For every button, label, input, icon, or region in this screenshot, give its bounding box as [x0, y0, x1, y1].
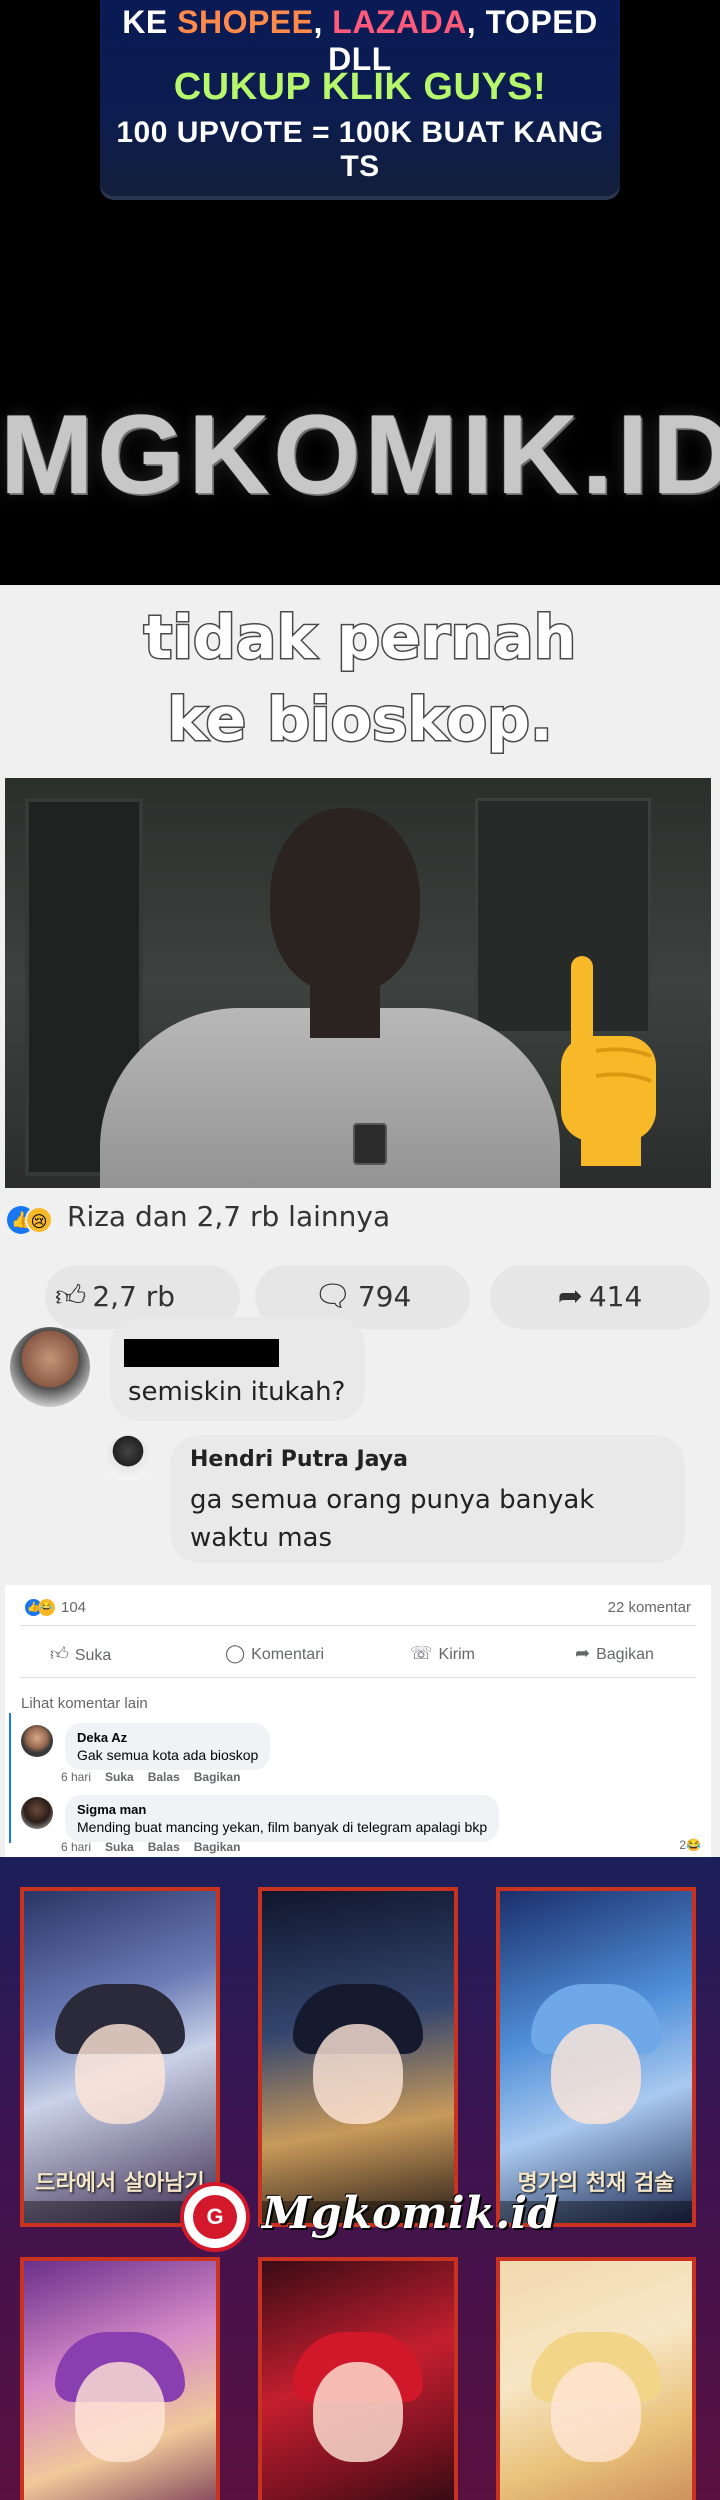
comment-b-reply: Hendri Putra Jaya ga semua orang punya b…	[105, 1435, 705, 1605]
reactions-summary: Riza dan 2,7 rb lainnya	[67, 1200, 391, 1233]
comment-text: Mending buat mancing yekan, film banyak …	[77, 1819, 488, 1835]
avatar[interactable]	[21, 1725, 53, 1757]
brand-text: Mgkomik.id	[262, 2188, 558, 2239]
send-button[interactable]: ☏ Kirim	[410, 1643, 475, 1664]
view-more-comments-link[interactable]: Lihat komentar lain	[21, 1695, 148, 1712]
comment-reply-link[interactable]: Balas	[148, 1840, 180, 1854]
whatsapp-icon: ☏	[410, 1643, 433, 1663]
cover-art	[551, 2023, 641, 2124]
like-count: 2,7 rb	[92, 1280, 176, 1313]
meme-caption-line-1: tidak pernah	[142, 602, 578, 675]
redacted-name	[124, 1339, 279, 1367]
pointing-up-emoji-icon	[561, 956, 656, 1166]
cover-art	[75, 2023, 165, 2124]
manga-cover-3[interactable]: 명가의 천재 검술	[496, 1887, 696, 2227]
like-button[interactable]: 👍︎ Suka	[50, 1643, 111, 1665]
share-arrow-icon: ➦	[557, 1279, 583, 1314]
comment-count-link[interactable]: 22 komentar	[608, 1599, 691, 1616]
thumbs-up-icon: 👍︎	[50, 1644, 69, 1664]
fb-comment-section: 👍 😂 104 22 komentar 👍︎ Suka ◯ Komentari ☏ K…	[5, 1585, 711, 1857]
comment-time: 6 hari	[61, 1770, 92, 1784]
manga-cover-grid: 드라에서 살아남기 명가의 천재 검술 G Mgkomik.id	[0, 1857, 720, 2500]
promo-line-3: 100 UPVOTE = 100K BUAT KANG TS	[116, 116, 604, 183]
share-count: 414	[588, 1280, 643, 1313]
fb-action-bar: 👍︎ Suka ◯ Komentari ☏ Kirim ➦ Bagikan	[20, 1635, 696, 1675]
manga-cover-2[interactable]	[258, 1887, 458, 2227]
divider	[20, 1625, 696, 1626]
comment-bubble: Deka Az Gak semua kota ada bioskop	[65, 1723, 271, 1770]
comment-share-link[interactable]: Bagikan	[194, 1770, 241, 1784]
send-label: Kirim	[438, 1646, 475, 1663]
comment-time: 6 hari	[61, 1840, 92, 1854]
comment-like-link[interactable]: Suka	[105, 1770, 134, 1784]
promo-comma: ,	[313, 4, 333, 40]
comment-bubble: Hendri Putra Jaya ga semua orang punya b…	[170, 1435, 685, 1563]
comment-label: Komentari	[251, 1646, 325, 1663]
lazada-label: LAZADA	[332, 4, 467, 40]
comment-thread-line	[9, 1713, 11, 1843]
comment-bubble-icon: ◯	[225, 1643, 246, 1663]
commenter-name[interactable]: Sigma man	[77, 1802, 487, 1817]
manga-cover-1[interactable]: 드라에서 살아남기	[20, 1887, 220, 2227]
divider	[20, 1677, 696, 1678]
reaction-icons: 👍 😢	[7, 1206, 67, 1236]
avatar[interactable]	[21, 1797, 53, 1829]
commenter-name[interactable]: Deka Az	[77, 1730, 258, 1745]
comment-text: semiskin itukah?	[128, 1377, 346, 1407]
cover-art	[313, 2023, 403, 2124]
cover-art	[313, 2361, 403, 2462]
thumbs-up-icon: 👍︎	[55, 1279, 87, 1314]
comment-bubble: semiskin itukah?	[110, 1317, 365, 1421]
mgkomik-brand[interactable]: G Mgkomik.id	[180, 2182, 558, 2252]
comment-bubble: Sigma man Mending buat mancing yekan, fi…	[65, 1795, 500, 1842]
comment-button[interactable]: ◯ Komentari	[225, 1643, 324, 1664]
share-button[interactable]: ➦ Bagikan	[575, 1643, 654, 1664]
share-label: Bagikan	[596, 1646, 654, 1663]
promo-line-2: CUKUP KLIK GUYS!	[173, 66, 547, 108]
haha-reaction-icon: 😂	[686, 1838, 701, 1852]
cover-art	[551, 2361, 641, 2462]
meme-panel: tidak pernah ke bioskop. 👍 😢 Riza dan 2,	[0, 585, 720, 1857]
sad-reaction-icon: 😢	[25, 1206, 53, 1234]
comment-like-link[interactable]: Suka	[105, 1840, 134, 1854]
comment-count: 794	[357, 1280, 412, 1313]
share-arrow-icon: ➦	[575, 1643, 591, 1663]
comment-meta: 6 hari Suka Balas Bagikan	[61, 1770, 254, 1784]
comment-reply-link[interactable]: Balas	[148, 1770, 180, 1784]
promo-banner: KE SHOPEE, LAZADA, TOPED DLL CUKUP KLIK …	[0, 0, 720, 585]
person-head	[270, 808, 420, 993]
promo-box[interactable]: KE SHOPEE, LAZADA, TOPED DLL CUKUP KLIK …	[100, 0, 620, 196]
manga-cover-5[interactable]	[258, 2257, 458, 2500]
commenter-name[interactable]: Hendri Putra Jaya	[190, 1447, 408, 1472]
site-logo: MGKOMIK.ID	[0, 392, 720, 517]
comment-bubble-icon: 🗨︎	[313, 1279, 352, 1314]
meme-caption-line-2: ke bioskop.	[166, 684, 555, 757]
promo-prefix: KE	[122, 4, 178, 40]
comment-meta: 6 hari Suka Balas Bagikan	[61, 1840, 254, 1854]
like-label: Suka	[74, 1647, 112, 1664]
post-reactions-row[interactable]: 👍 😢 Riza dan 2,7 rb lainnya	[5, 1192, 711, 1252]
cover-art	[75, 2361, 165, 2462]
page: KE SHOPEE, LAZADA, TOPED DLL CUKUP KLIK …	[0, 0, 720, 2500]
badge-pendant	[353, 1123, 387, 1165]
comment-reaction-count[interactable]: 2😂	[679, 1838, 701, 1852]
promo-comma: ,	[466, 4, 486, 40]
avatar[interactable]	[10, 1327, 90, 1407]
comment-text: ga semua orang punya banyak waktu mas	[190, 1485, 595, 1553]
mgkomik-logo-icon: G	[180, 2182, 250, 2252]
comment-text: Gak semua kota ada bioskop	[77, 1747, 259, 1763]
comment-share-link[interactable]: Bagikan	[194, 1840, 241, 1854]
reaction-count[interactable]: 104	[61, 1599, 86, 1616]
manga-cover-6[interactable]	[496, 2257, 696, 2500]
fb-stats-row: 👍 😂 104 22 komentar	[25, 1597, 691, 1625]
haha-reaction-icon: 😂	[38, 1599, 55, 1616]
avatar[interactable]	[105, 1435, 151, 1481]
shopee-label: SHOPEE	[177, 4, 314, 40]
manga-cover-4[interactable]	[20, 2257, 220, 2500]
meme-photo	[5, 778, 711, 1188]
logo-mark: G	[193, 2195, 237, 2239]
